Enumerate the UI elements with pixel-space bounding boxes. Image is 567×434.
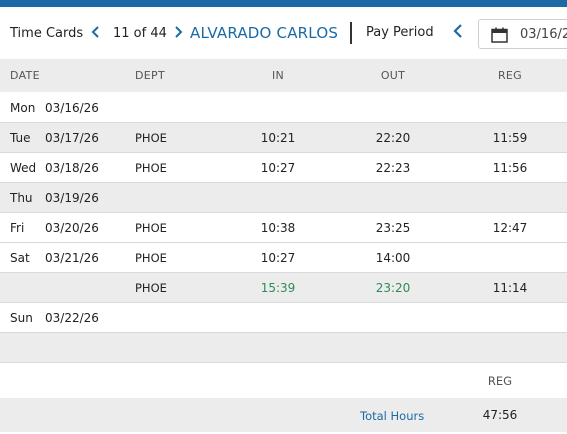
table-row[interactable]: Sun 03/22/26 <box>0 303 567 333</box>
pay-period-date-picker[interactable]: 03/16/26 <box>478 19 567 49</box>
table-row[interactable]: Tue 03/17/26 PHOE 10:21 22:20 11:59 <box>0 123 567 153</box>
table-row[interactable]: PHOE 15:39 23:20 11:14 <box>0 273 567 303</box>
row-out-time: 23:20 <box>375 281 411 295</box>
chevron-right-icon <box>175 26 183 38</box>
summary-reg-label: REG <box>487 374 513 388</box>
row-dept: PHOE <box>135 161 167 175</box>
row-day: Sun <box>10 311 33 325</box>
table-header: DATE DEPT IN OUT REG <box>0 59 567 92</box>
summary-header: REG <box>0 363 567 397</box>
row-date: 03/17/26 <box>45 131 99 145</box>
employee-name-link[interactable]: ALVARADO CARLOS <box>190 24 338 42</box>
row-reg-hours: 11:56 <box>492 161 528 175</box>
table-row[interactable]: Thu 03/19/26 <box>0 183 567 213</box>
column-header-reg: REG <box>497 69 523 82</box>
page-title: Time Cards <box>10 26 84 41</box>
row-in-time: 10:27 <box>260 161 296 175</box>
column-header-dept: DEPT <box>135 69 165 82</box>
row-out-time: 23:25 <box>375 221 411 235</box>
row-day: Wed <box>10 161 37 175</box>
row-date: 03/21/26 <box>45 251 99 265</box>
next-employee-button[interactable] <box>171 25 185 43</box>
row-in-time: 15:39 <box>260 281 296 295</box>
table-spacer <box>0 333 567 363</box>
total-hours-label: Total Hours <box>360 409 425 423</box>
total-hours-row: Total Hours 47:56 <box>0 398 567 432</box>
previous-pay-period-button[interactable] <box>451 23 465 43</box>
table-row[interactable]: Mon 03/16/26 <box>0 93 567 123</box>
table-row[interactable]: Wed 03/18/26 PHOE 10:27 22:23 11:56 <box>0 153 567 183</box>
previous-employee-button[interactable] <box>89 25 103 43</box>
row-reg-hours: 11:59 <box>492 131 528 145</box>
chevron-left-icon <box>91 26 99 38</box>
row-date: 03/22/26 <box>45 311 99 325</box>
row-out-time: 22:20 <box>375 131 411 145</box>
row-dept: PHOE <box>135 251 167 265</box>
row-dept: PHOE <box>135 131 167 145</box>
row-reg-hours: 11:14 <box>492 281 528 295</box>
row-in-time: 10:27 <box>260 251 296 265</box>
table-row[interactable]: Fri 03/20/26 PHOE 10:38 23:25 12:47 <box>0 213 567 243</box>
column-header-out: OUT <box>380 69 406 82</box>
top-accent-bar <box>0 0 567 7</box>
row-dept: PHOE <box>135 281 167 295</box>
row-reg-hours: 12:47 <box>492 221 528 235</box>
timecard-header: Time Cards 11 of 44 ALVARADO CARLOS Pay … <box>0 7 567 59</box>
row-day: Thu <box>10 191 33 205</box>
chevron-left-icon <box>452 24 462 38</box>
row-date: 03/18/26 <box>45 161 99 175</box>
row-date: 03/20/26 <box>45 221 99 235</box>
column-header-in: IN <box>271 69 285 82</box>
calendar-icon <box>491 27 508 43</box>
total-hours-value: 47:56 <box>482 408 518 422</box>
row-date: 03/19/26 <box>45 191 99 205</box>
row-date: 03/16/26 <box>45 101 99 115</box>
table-row[interactable]: Sat 03/21/26 PHOE 10:27 14:00 <box>0 243 567 273</box>
row-in-time: 10:21 <box>260 131 296 145</box>
row-dept: PHOE <box>135 221 167 235</box>
header-divider <box>350 22 352 44</box>
row-day: Sat <box>10 251 30 265</box>
row-out-time: 14:00 <box>375 251 411 265</box>
row-day: Mon <box>10 101 36 115</box>
row-out-time: 22:23 <box>375 161 411 175</box>
pay-period-date: 03/16/26 <box>520 27 567 42</box>
row-day: Tue <box>10 131 31 145</box>
column-header-date: DATE <box>10 69 40 82</box>
employee-counter: 11 of 44 <box>113 26 167 41</box>
row-day: Fri <box>10 221 25 235</box>
row-in-time: 10:38 <box>260 221 296 235</box>
pay-period-label: Pay Period <box>366 25 434 40</box>
